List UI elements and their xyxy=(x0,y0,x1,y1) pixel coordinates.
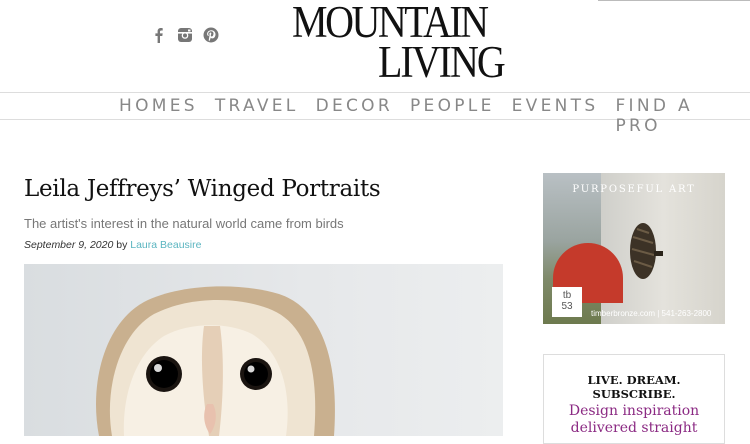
social-links xyxy=(150,26,220,44)
article-title: Leila Jeffreys’ Winged Portraits xyxy=(24,176,381,202)
facebook-icon[interactable] xyxy=(150,26,168,44)
nav-item-find-a-pro[interactable]: FIND A PRO xyxy=(615,96,733,136)
nav-item-events[interactable]: EVENTS xyxy=(512,96,599,136)
nav-item-travel[interactable]: TRAVEL xyxy=(215,96,299,136)
ad-logo-line-1: tb xyxy=(562,290,572,301)
logo-line-2: LIVING xyxy=(378,35,506,88)
pinterest-icon[interactable] xyxy=(202,26,220,44)
nav-item-homes[interactable]: HOMES xyxy=(119,96,198,136)
article-meta: September 9, 2020 by Laura Beausire xyxy=(24,239,201,251)
article-date: September 9, 2020 xyxy=(24,239,114,251)
subscribe-heading: LIVE. DREAM. SUBSCRIBE. xyxy=(587,373,681,401)
subscribe-body-line-1: Design inspiration xyxy=(568,403,700,419)
main-navigation: HOMES TRAVEL DECOR PEOPLE EVENTS FIND A … xyxy=(0,92,750,136)
ad-headline: PURPOSEFUL ART xyxy=(572,184,696,195)
nav-item-people[interactable]: PEOPLE xyxy=(410,96,495,136)
subscribe-body-line-2: delivered straight xyxy=(570,420,698,436)
subscribe-ad[interactable]: LIVE. DREAM. SUBSCRIBE. Design inspirati… xyxy=(543,354,725,444)
nav-item-decor[interactable]: DECOR xyxy=(316,96,393,136)
article-subtitle: The artist's interest in the natural wor… xyxy=(24,216,344,231)
instagram-icon[interactable] xyxy=(176,26,194,44)
hero-image-barn-owl xyxy=(24,264,503,436)
byline-prefix: by xyxy=(116,239,128,251)
ad-logo-line-2: 53 xyxy=(561,301,573,312)
timberbronze-ad[interactable]: PURPOSEFUL ART tb 53 timberbronze.com | … xyxy=(543,173,725,324)
subscribe-body: Design inspiration delivered straight xyxy=(544,403,724,437)
ad-contact-line: timberbronze.com | 541-263-2800 xyxy=(591,309,712,318)
bronze-morel-sculpture xyxy=(630,223,663,279)
author-link[interactable]: Laura Beausire xyxy=(130,239,201,251)
top-border-line xyxy=(598,0,750,1)
site-logo[interactable]: MOUNTAIN LIVING xyxy=(292,0,506,88)
ad-brand-logo: tb 53 xyxy=(552,287,582,317)
